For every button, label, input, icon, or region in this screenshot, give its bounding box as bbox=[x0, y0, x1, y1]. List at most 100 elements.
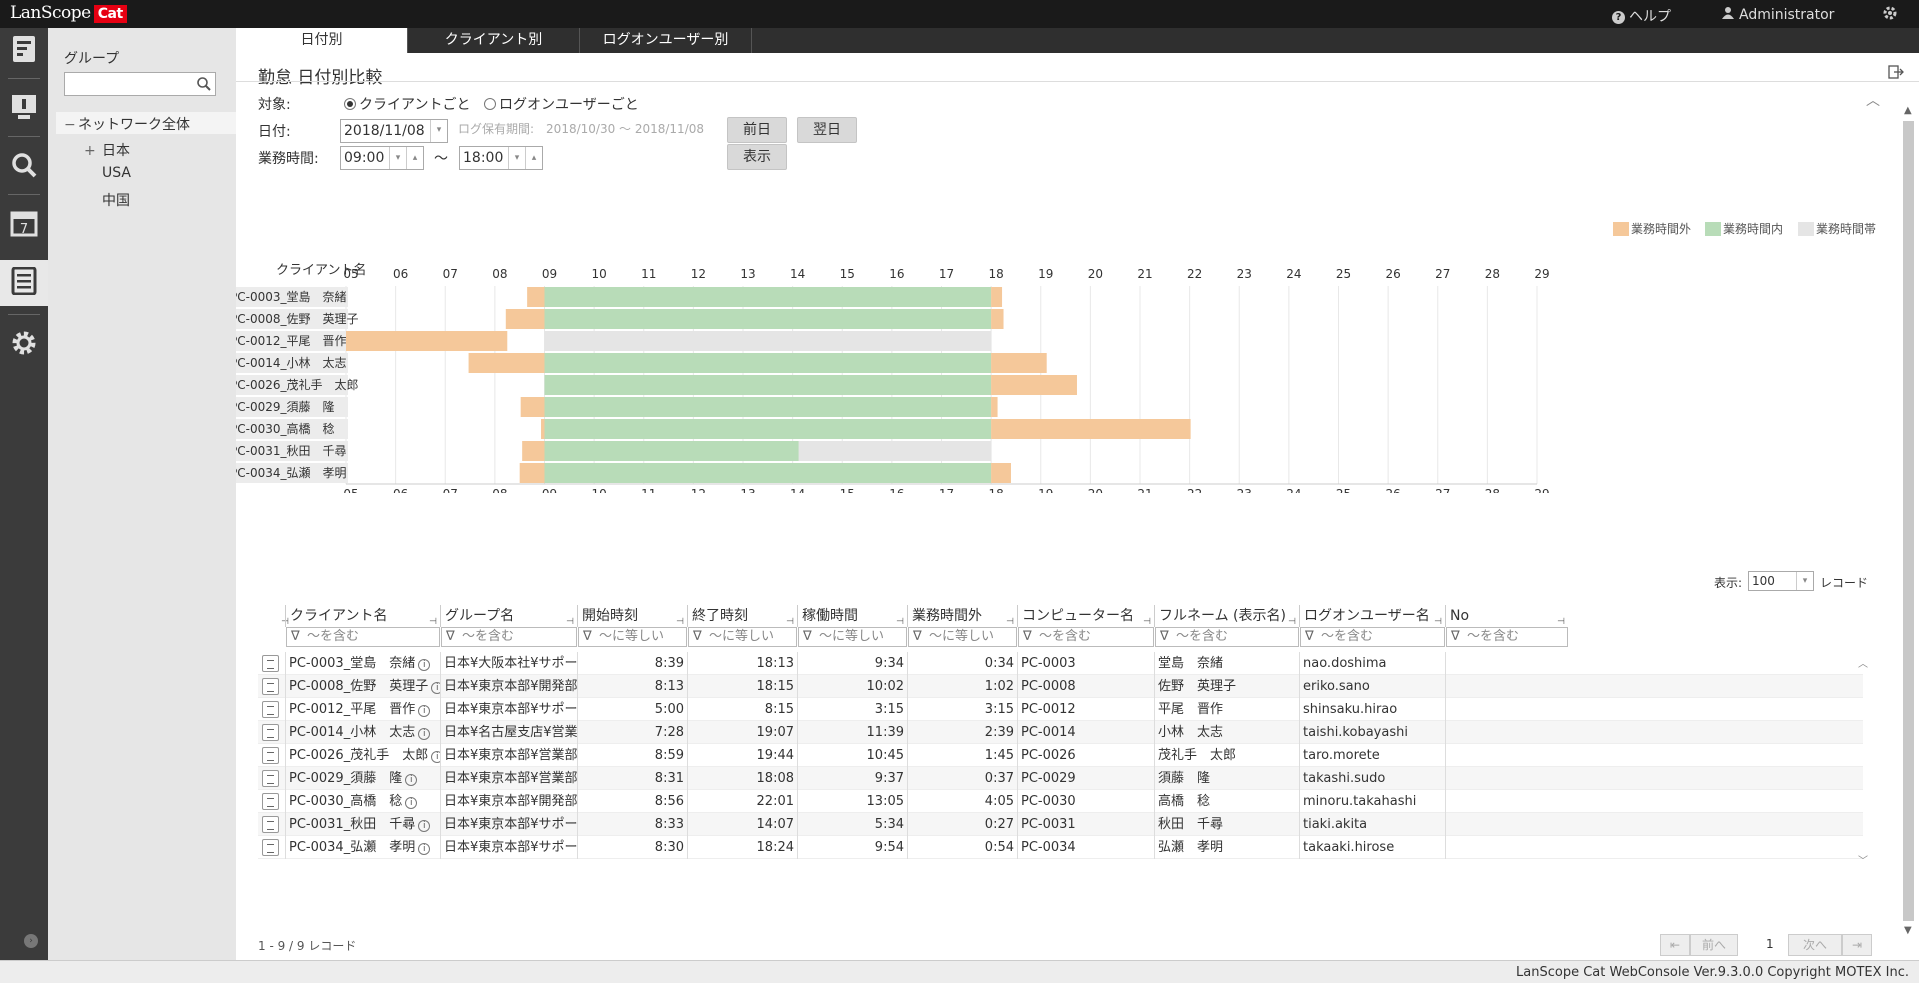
table-row[interactable]: PC-0034_弘瀬 孝明i日本¥東京本部¥サポート部8:3018:249:54… bbox=[258, 836, 1863, 859]
column-filter-input[interactable]: ∇ ～を含む bbox=[441, 627, 577, 647]
first-page-button[interactable]: ⇤ bbox=[1660, 934, 1690, 956]
column-filter-input[interactable]: ∇ ～を含む bbox=[1446, 627, 1568, 647]
show-button[interactable]: 表示 bbox=[727, 144, 787, 170]
page-size-select[interactable]: 100 ▾ bbox=[1748, 571, 1814, 591]
pin-icon[interactable]: ⊣ bbox=[676, 611, 684, 627]
column-filter-input[interactable]: ∇ ～に等しい bbox=[798, 627, 907, 647]
tab-by-client[interactable]: クライアント別 bbox=[408, 28, 580, 53]
row-detail-icon[interactable] bbox=[262, 678, 279, 695]
row-detail-icon[interactable] bbox=[262, 793, 279, 810]
next-day-button[interactable]: 翌日 bbox=[797, 117, 857, 143]
pin-icon[interactable]: ⊣ bbox=[1143, 611, 1151, 627]
column-header[interactable]: グループ名 ⊣ bbox=[440, 605, 577, 627]
pin-icon[interactable]: ⊣ bbox=[1434, 611, 1442, 627]
nav-calendar[interactable]: 7 bbox=[0, 202, 48, 248]
column-header[interactable]: 業務時間外 ⊣ bbox=[907, 605, 1017, 627]
table-row[interactable]: PC-0029_須藤 隆 i 日本¥東京本部¥営業部 8:31 18:08 9:37 0:3… bbox=[258, 767, 1863, 790]
search-icon[interactable] bbox=[196, 76, 212, 96]
chevron-down-icon[interactable]: ▾ bbox=[389, 147, 406, 169]
column-filter-input[interactable]: ∇ ～を含む bbox=[286, 627, 440, 647]
info-icon[interactable]: i bbox=[431, 682, 440, 694]
info-icon[interactable]: i bbox=[405, 797, 418, 809]
nav-reports[interactable] bbox=[0, 260, 48, 306]
column-header[interactable]: ログオンユーザー名 ⊣ bbox=[1299, 605, 1445, 627]
row-detail-icon[interactable] bbox=[262, 655, 279, 672]
column-header[interactable]: 開始時刻 ⊣ bbox=[577, 605, 687, 627]
help-link[interactable]: ? ヘルプ bbox=[1612, 6, 1671, 26]
tree-item-japan[interactable]: + 日本 bbox=[84, 140, 130, 160]
filter-icon[interactable]: ∇ bbox=[913, 628, 922, 646]
info-icon[interactable]: i bbox=[418, 728, 431, 740]
collapse-nav-icon[interactable]: › bbox=[24, 934, 38, 948]
next-page-button[interactable]: 次へ bbox=[1788, 934, 1842, 956]
filter-icon[interactable]: ∇ bbox=[1451, 628, 1460, 646]
pin-icon[interactable]: ⊣ bbox=[786, 611, 794, 627]
column-filter-input[interactable]: ∇ ～を含む bbox=[1155, 627, 1299, 647]
filter-icon[interactable]: ∇ bbox=[693, 628, 702, 646]
column-header[interactable]: クライアント名 ⊣ bbox=[285, 605, 440, 627]
column-header[interactable]: 稼働時間 ⊣ bbox=[797, 605, 907, 627]
info-icon[interactable]: i bbox=[418, 705, 431, 717]
tree-item-network[interactable]: − ネットワーク全体 bbox=[64, 114, 190, 134]
pin-icon[interactable]: ⊣ bbox=[429, 611, 437, 627]
nav-search[interactable] bbox=[0, 144, 48, 190]
filter-icon[interactable]: ∇ bbox=[1023, 628, 1032, 646]
chevron-up-icon[interactable]: ▴ bbox=[525, 147, 542, 169]
tab-by-user[interactable]: ログオンユーザー別 bbox=[580, 28, 752, 53]
row-detail-icon[interactable] bbox=[262, 816, 279, 833]
row-detail-icon[interactable] bbox=[262, 701, 279, 718]
table-row[interactable]: PC-0030_高橋 稔 i 日本¥東京本部¥開発部 8:56 22:01 13:05 4:… bbox=[258, 790, 1863, 813]
chevron-down-icon[interactable]: ▾ bbox=[430, 120, 447, 142]
filter-icon[interactable]: ∇ bbox=[803, 628, 812, 646]
info-icon[interactable]: i bbox=[418, 843, 431, 855]
column-header[interactable]: 終了時刻 ⊣ bbox=[687, 605, 797, 627]
filter-icon[interactable]: ∇ bbox=[446, 628, 455, 646]
end-time-input[interactable]: 18:00 ▾ ▴ bbox=[459, 146, 543, 170]
column-header[interactable]: フルネーム (表示名) ⊣ bbox=[1154, 605, 1299, 627]
prev-page-button[interactable]: 前へ bbox=[1690, 934, 1738, 956]
prev-day-button[interactable]: 前日 bbox=[727, 117, 787, 143]
table-row[interactable]: PC-0012_平尾 晋作i日本¥東京本部¥サポート部5:008:153:153… bbox=[258, 698, 1863, 721]
nav-settings[interactable] bbox=[0, 322, 48, 368]
pin-icon[interactable]: ⊣ bbox=[896, 611, 904, 627]
last-page-button[interactable]: ⇥ bbox=[1842, 934, 1872, 956]
column-filter-input[interactable]: ∇ ～に等しい bbox=[688, 627, 797, 647]
info-icon[interactable]: i bbox=[405, 774, 418, 786]
info-icon[interactable]: i bbox=[431, 751, 440, 763]
table-row[interactable]: PC-0026_茂礼手 太郎 i 日本¥東京本部¥営業部 8:59 19:44 10:45… bbox=[258, 744, 1863, 767]
column-filter-input[interactable]: ∇ ～に等しい bbox=[908, 627, 1017, 647]
pin-icon[interactable]: ⊣ bbox=[1006, 611, 1014, 627]
filter-icon[interactable]: ∇ bbox=[291, 628, 300, 646]
nav-dashboard[interactable] bbox=[0, 28, 48, 74]
table-row[interactable]: PC-0014_小林 太志 i 日本¥名古屋支店¥営業部 7:28 19:07 11:39… bbox=[258, 721, 1863, 744]
row-detail-icon[interactable] bbox=[262, 839, 279, 856]
group-search-input[interactable] bbox=[64, 72, 216, 96]
filter-icon[interactable]: ∇ bbox=[1305, 628, 1314, 646]
chevron-down-icon[interactable]: ▾ bbox=[1796, 572, 1813, 590]
nav-assets[interactable] bbox=[0, 86, 48, 132]
info-icon[interactable]: i bbox=[418, 820, 431, 832]
tab-by-date[interactable]: 日付別 bbox=[236, 28, 408, 53]
row-detail-icon[interactable] bbox=[262, 770, 279, 787]
radio-per-client[interactable]: クライアントごと bbox=[344, 94, 470, 114]
table-scroll-up-icon[interactable]: ︿ bbox=[1858, 655, 1868, 670]
user-menu[interactable]: Administrator bbox=[1722, 6, 1834, 23]
column-filter-input[interactable]: ∇ ～に等しい bbox=[578, 627, 687, 647]
page-scrollbar[interactable]: ▲ ▼ bbox=[1900, 105, 1917, 936]
chevron-down-icon[interactable]: ▾ bbox=[508, 147, 525, 169]
chevron-up-icon[interactable]: ▴ bbox=[406, 147, 423, 169]
pin-icon[interactable]: ⊣ bbox=[1557, 611, 1565, 627]
pin-icon[interactable]: ⊣ bbox=[1288, 611, 1296, 627]
settings-gear-icon[interactable] bbox=[1882, 5, 1898, 25]
filter-icon[interactable]: ∇ bbox=[1160, 628, 1169, 646]
table-row[interactable]: PC-0031_秋田 千尋i日本¥東京本部¥サポート部8:3314:075:34… bbox=[258, 813, 1863, 836]
row-detail-icon[interactable] bbox=[262, 724, 279, 741]
radio-per-user[interactable]: ログオンユーザーごと bbox=[484, 94, 639, 114]
column-filter-input[interactable]: ∇ ～を含む bbox=[1018, 627, 1154, 647]
row-detail-icon[interactable] bbox=[262, 747, 279, 764]
table-row[interactable]: PC-0003_堂島 奈緒i日本¥大阪本社¥サポート部8:3918:139:34… bbox=[258, 652, 1863, 675]
info-icon[interactable]: i bbox=[418, 659, 431, 671]
column-header[interactable]: コンピューター名 ⊣ bbox=[1017, 605, 1154, 627]
collapse-form-icon[interactable]: ︿ bbox=[1866, 90, 1880, 110]
column-filter-input[interactable]: ∇ ～を含む bbox=[1300, 627, 1445, 647]
